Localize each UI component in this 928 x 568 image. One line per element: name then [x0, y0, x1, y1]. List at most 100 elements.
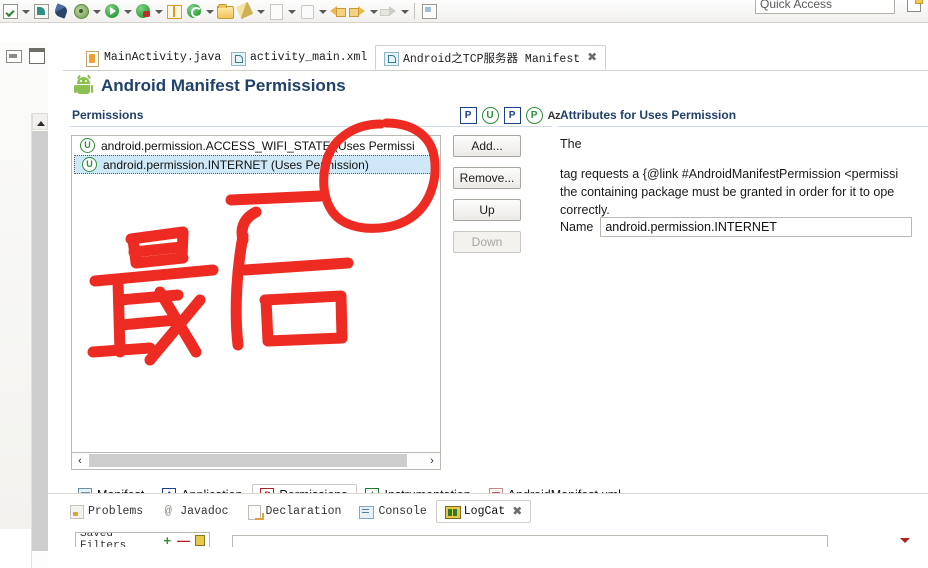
- editor-tab-label: Android之TCP服务器 Manifest: [403, 52, 581, 66]
- new-xml-button[interactable]: [31, 0, 51, 22]
- attributes-section-title: Attributes for Uses Permission: [560, 108, 737, 122]
- view-tab-logcat[interactable]: LogCat ✖: [435, 499, 532, 523]
- view-tab-problems[interactable]: Problems: [60, 500, 152, 523]
- forward-arrow-icon: [349, 2, 367, 20]
- view-tab-label: LogCat: [463, 504, 506, 518]
- xml-file-icon: [231, 51, 246, 66]
- debug-button[interactable]: [71, 0, 91, 22]
- list-item[interactable]: U android.permission.INTERNET (Uses Perm…: [74, 155, 438, 174]
- section-divider: [70, 126, 552, 127]
- android-robot-icon: [74, 74, 93, 95]
- permissions-section: Permissions P U P P Az U android.permiss…: [70, 105, 561, 475]
- run-button[interactable]: [102, 0, 122, 22]
- name-field-label: Name: [560, 220, 594, 234]
- quick-fix-dropdown-arrow-icon[interactable]: [255, 2, 266, 20]
- new-perspective-icon: [907, 0, 923, 12]
- previous-annotation-button[interactable]: [297, 0, 317, 22]
- editor-tab-label: MainActivity.java: [104, 51, 222, 64]
- document-icon: [267, 2, 285, 20]
- back-arrow-icon: [329, 2, 347, 20]
- previous-annotation-dropdown-arrow-icon[interactable]: [317, 2, 328, 20]
- vertical-scrollbar[interactable]: [31, 113, 48, 568]
- sdk-manager-button[interactable]: [184, 0, 204, 22]
- add-filter-icon[interactable]: +: [163, 534, 171, 547]
- view-tab-console[interactable]: Console: [350, 500, 435, 523]
- save-all-button[interactable]: [0, 0, 20, 22]
- pen-icon: [52, 2, 70, 20]
- logcat-message-table[interactable]: [232, 535, 828, 547]
- scroll-up-arrow-icon[interactable]: [32, 113, 48, 130]
- next-annotation-dropdown-arrow-icon[interactable]: [286, 2, 297, 20]
- remove-filter-icon[interactable]: —: [177, 534, 190, 547]
- run-dropdown-arrow-icon[interactable]: [122, 2, 133, 20]
- name-field-row: Name android.permission.INTERNET: [560, 217, 913, 237]
- xml-file-icon: [384, 51, 399, 66]
- close-icon[interactable]: ✖: [512, 504, 522, 519]
- editor-tab-label: activity_main.xml: [250, 51, 368, 64]
- save-all-icon: [1, 2, 19, 20]
- horizontal-scrollbar[interactable]: ‹ ›: [71, 453, 441, 470]
- add-permission-tree-icon[interactable]: P: [503, 107, 521, 124]
- run-external-dropdown-arrow-icon[interactable]: [153, 2, 164, 20]
- remove-button[interactable]: Remove...: [453, 167, 521, 189]
- down-button: Down: [453, 231, 521, 253]
- editor-tab-activity-main-xml[interactable]: activity_main.xml: [223, 45, 375, 70]
- toolbar-separator: [414, 3, 415, 19]
- editor-tab-mainactivity[interactable]: MainActivity.java: [77, 45, 229, 70]
- javadoc-icon: @: [164, 504, 172, 518]
- next-edit-button: [379, 0, 399, 22]
- edit-filter-icon[interactable]: [195, 534, 205, 546]
- view-tab-label: Declaration: [265, 504, 342, 518]
- run-external-button[interactable]: [133, 0, 153, 22]
- debug-dropdown-arrow-icon[interactable]: [91, 2, 102, 20]
- list-item-label: android.permission.INTERNET (Uses Permis…: [103, 157, 369, 172]
- forward-button[interactable]: [348, 0, 368, 22]
- back-button[interactable]: [328, 0, 348, 22]
- restore-view-icon[interactable]: [6, 50, 22, 63]
- next-edit-dropdown-arrow-icon[interactable]: [399, 2, 410, 20]
- quick-fix-button[interactable]: [235, 0, 255, 22]
- open-perspective-button[interactable]: [419, 0, 439, 22]
- editor-tab-manifest[interactable]: Android之TCP服务器 Manifest ✖: [375, 45, 607, 70]
- sdk-dropdown-arrow-icon[interactable]: [204, 2, 215, 20]
- next-annotation-button[interactable]: [266, 0, 286, 22]
- description-line-3: the containing package must be granted i…: [560, 185, 895, 199]
- java-file-icon: [85, 50, 99, 67]
- manifest-editor: MainActivity.java activity_main.xml Andr…: [48, 43, 928, 507]
- open-resource-button[interactable]: [215, 0, 235, 22]
- new-perspective-button[interactable]: [905, 0, 925, 15]
- new-android-project-button[interactable]: [164, 0, 184, 22]
- logcat-icon: [444, 505, 461, 519]
- declaration-icon: [247, 504, 264, 520]
- add-permission-icon[interactable]: P: [459, 107, 477, 124]
- name-input[interactable]: android.permission.INTERNET: [600, 217, 913, 237]
- view-tab-strip: Problems @ Javadoc Declaration Console L…: [60, 499, 532, 523]
- close-icon[interactable]: ✖: [587, 50, 597, 65]
- view-tab-declaration[interactable]: Declaration: [238, 500, 351, 523]
- gift-icon: [165, 2, 183, 20]
- up-button[interactable]: Up: [453, 199, 521, 221]
- permissions-action-icons: P U P P Az: [459, 107, 561, 124]
- add-permission-group-icon[interactable]: P: [525, 107, 543, 124]
- pen-button[interactable]: [51, 0, 71, 22]
- quick-access-input[interactable]: Quick Access: [755, 0, 895, 14]
- list-item[interactable]: U android.permission.ACCESS_WIFI_STATE (…: [72, 136, 440, 155]
- scrollbar-thumb[interactable]: [89, 454, 407, 467]
- console-icon: [359, 505, 375, 519]
- scroll-left-arrow-icon[interactable]: ‹: [72, 453, 88, 468]
- add-uses-permission-icon[interactable]: U: [481, 107, 499, 124]
- permissions-section-title: Permissions: [72, 108, 144, 122]
- maximize-view-icon[interactable]: [29, 48, 45, 64]
- saved-filters-label: Saved Filters: [80, 532, 127, 547]
- permissions-list[interactable]: U android.permission.ACCESS_WIFI_STATE (…: [71, 135, 441, 453]
- logcat-scroll-indicator-icon: [900, 536, 912, 547]
- scrollbar-thumb[interactable]: [32, 131, 48, 551]
- attributes-description: The tag requests a {@link #AndroidManife…: [560, 135, 928, 219]
- scroll-right-arrow-icon[interactable]: ›: [424, 453, 440, 468]
- add-button[interactable]: Add...: [453, 135, 521, 157]
- uses-permission-icon: U: [80, 138, 95, 153]
- forward-dropdown-arrow-icon[interactable]: [368, 2, 379, 20]
- grey-arrow-icon: [380, 2, 398, 20]
- save-all-dropdown-arrow-icon[interactable]: [20, 2, 31, 20]
- view-tab-javadoc[interactable]: @ Javadoc: [152, 500, 237, 523]
